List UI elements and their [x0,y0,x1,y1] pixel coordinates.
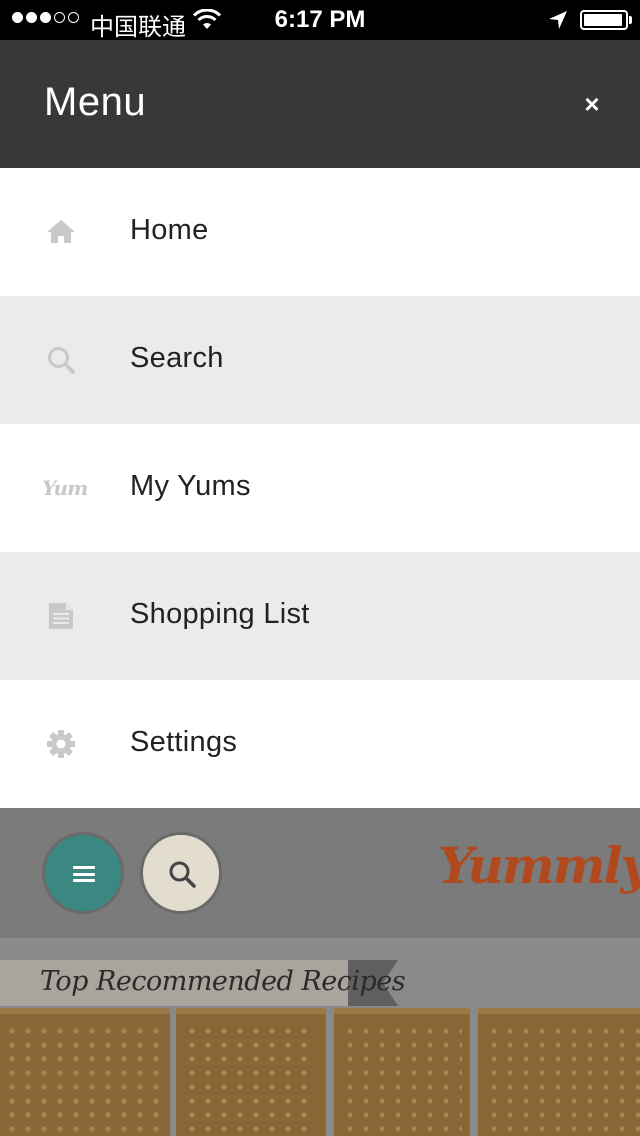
close-icon: × [584,89,600,119]
recipe-photo[interactable]: Top Recommended Recipes [0,938,640,1136]
menu-title: Menu [44,80,147,124]
food-image-piece [478,1008,640,1136]
menu-list: Home Search Yum My Yums Shopping List Se… [0,168,640,808]
status-bar: 中国联通 6:17 PM [0,0,640,41]
food-image-piece [334,1008,470,1136]
menu-item-label: Settings [130,726,238,758]
menu-item-label: Search [130,342,224,374]
yum-icon: Yum [42,476,88,500]
menu-header: Menu × [0,40,640,168]
menu-fab-button[interactable] [42,832,124,914]
search-icon [48,347,75,374]
section-title: Top Recommended Recipes [40,966,406,997]
menu-item-home[interactable]: Home [0,168,640,296]
menu-item-label: My Yums [130,470,251,502]
food-image-piece [0,1008,170,1136]
background-app-overlay[interactable]: Yummly™ Top Recommended Recipes [0,808,640,1136]
battery-icon [580,10,628,30]
location-arrow-icon [549,11,567,29]
search-icon [169,861,196,888]
menu-item-search[interactable]: Search [0,296,640,424]
yummly-logo: Yummly™ [438,836,640,895]
logo-text: Yummly [438,836,640,895]
app-toolbar: Yummly™ [0,808,640,938]
food-image-piece [176,1008,326,1136]
gear-icon [47,730,75,758]
menu-item-my-yums[interactable]: Yum My Yums [0,424,640,552]
status-time: 6:17 PM [274,6,366,33]
search-fab-button[interactable] [140,832,222,914]
menu-item-label: Shopping List [130,598,310,630]
menu-item-label: Home [130,214,209,246]
battery-tip [629,16,632,24]
hamburger-icon [73,866,95,882]
close-button[interactable]: × [572,84,612,124]
menu-item-shopping-list[interactable]: Shopping List [0,552,640,680]
home-icon [47,220,75,243]
menu-item-settings[interactable]: Settings [0,680,640,808]
document-icon [49,603,73,629]
